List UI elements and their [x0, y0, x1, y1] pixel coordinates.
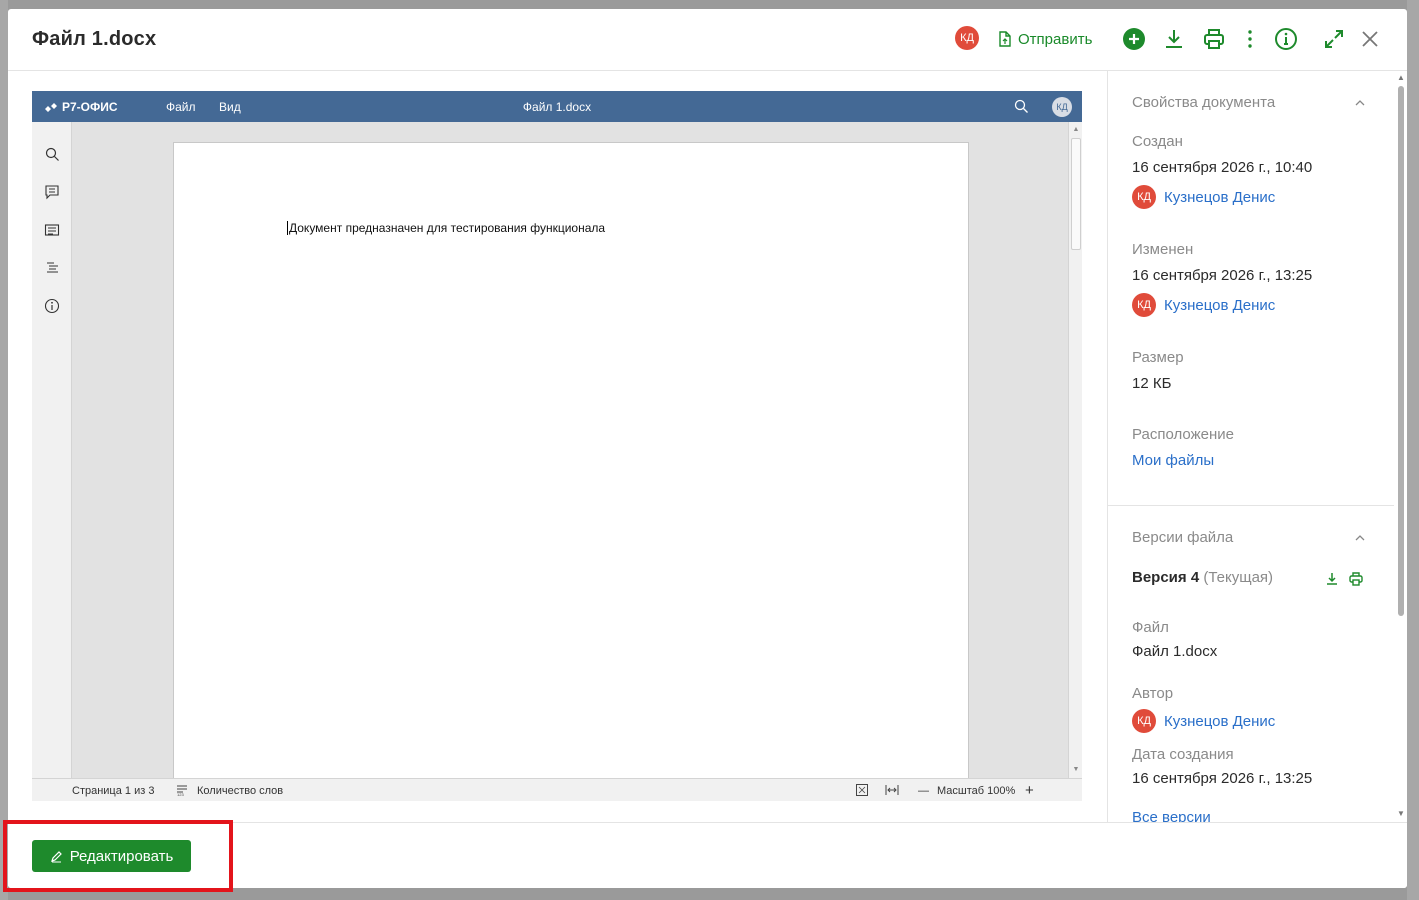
- all-versions-link[interactable]: Все версии: [1132, 809, 1211, 822]
- background-left-edge: [0, 0, 8, 900]
- created-by[interactable]: КД Кузнецов Денис: [1132, 185, 1275, 209]
- close-icon[interactable]: [1357, 26, 1383, 52]
- version-author[interactable]: КД Кузнецов Денис: [1132, 709, 1275, 733]
- document-editor: Р7-ОФИС Файл Вид Файл 1.docx КД Документ…: [32, 91, 1082, 801]
- headings-icon[interactable]: [44, 260, 60, 276]
- find-icon[interactable]: [44, 146, 60, 162]
- version-author-label: Автор: [1132, 685, 1174, 702]
- owner-avatar[interactable]: КД: [955, 26, 979, 50]
- created-value: 16 сентября 2026 г., 10:40: [1132, 159, 1313, 176]
- scroll-up-icon[interactable]: ▲: [1071, 125, 1081, 135]
- user-link[interactable]: Кузнецов Денис: [1164, 297, 1275, 314]
- avatar: КД: [1132, 185, 1156, 209]
- editor-scroll-thumb[interactable]: [1071, 138, 1081, 250]
- version-file-value: Файл 1.docx: [1132, 643, 1218, 660]
- editor-scrollbar[interactable]: ▲ ▼: [1068, 122, 1082, 778]
- editor-canvas: Документ предназначен для тестирования ф…: [73, 122, 1068, 778]
- version-name: Версия 4: [1132, 569, 1200, 586]
- search-icon[interactable]: [1014, 99, 1029, 114]
- word-count-icon[interactable]: 123: [175, 783, 189, 797]
- user-link[interactable]: Кузнецов Денис: [1164, 713, 1275, 730]
- navigation-icon[interactable]: [44, 222, 60, 238]
- add-icon[interactable]: [1121, 26, 1147, 52]
- highlight-box: [3, 820, 233, 892]
- version-status: (Текущая): [1203, 569, 1274, 586]
- version-date-value: 16 сентября 2026 г., 13:25: [1132, 770, 1313, 787]
- expand-icon[interactable]: [1321, 26, 1347, 52]
- send-document-icon: [999, 31, 1011, 47]
- background-right-edge: [1407, 0, 1419, 900]
- send-button[interactable]: Отправить: [997, 28, 1092, 50]
- chevron-up-icon[interactable]: [1354, 97, 1366, 109]
- avatar: КД: [1132, 293, 1156, 317]
- editor-status-bar: Страница 1 из 3 123 Количество слов — Ма…: [32, 778, 1082, 801]
- info-icon[interactable]: [1273, 26, 1299, 52]
- size-label: Размер: [1132, 349, 1184, 366]
- editor-user-avatar[interactable]: КД: [1052, 97, 1072, 117]
- properties-panel: Свойства документа Создан 16 сентября 20…: [1107, 71, 1407, 822]
- scroll-down-icon[interactable]: ▼: [1071, 765, 1081, 775]
- zoom-out-button[interactable]: —: [918, 785, 929, 797]
- section-divider: [1108, 505, 1394, 506]
- location-label: Расположение: [1132, 426, 1234, 443]
- send-label: Отправить: [1018, 30, 1093, 48]
- panel-scroll-thumb[interactable]: [1398, 86, 1404, 616]
- location-link[interactable]: Мои файлы: [1132, 452, 1214, 469]
- modal-header: Файл 1.docx КД Отправить: [8, 9, 1407, 71]
- document-page[interactable]: Документ предназначен для тестирования ф…: [173, 142, 969, 778]
- panel-scrollbar[interactable]: ▲ ▼: [1394, 71, 1407, 822]
- size-value: 12 КБ: [1132, 375, 1172, 392]
- page-indicator[interactable]: Страница 1 из 3: [72, 785, 154, 797]
- zoom-level: Масштаб 100%: [937, 785, 1016, 797]
- comments-icon[interactable]: [44, 184, 60, 200]
- user-link[interactable]: Кузнецов Денис: [1164, 189, 1275, 206]
- modified-value: 16 сентября 2026 г., 13:25: [1132, 267, 1313, 284]
- editor-toolbar: Р7-ОФИС Файл Вид Файл 1.docx КД: [32, 91, 1082, 122]
- created-label: Создан: [1132, 133, 1183, 150]
- scroll-down-icon[interactable]: ▼: [1397, 809, 1405, 818]
- file-preview-modal: Файл 1.docx КД Отправить Р7-ОФИС Файл Ви…: [8, 9, 1407, 888]
- version-download-icon[interactable]: [1324, 571, 1340, 587]
- modified-by[interactable]: КД Кузнецов Денис: [1132, 293, 1275, 317]
- avatar: КД: [1132, 709, 1156, 733]
- properties-section-title[interactable]: Свойства документа: [1132, 94, 1275, 111]
- version-print-icon[interactable]: [1348, 571, 1364, 587]
- about-icon[interactable]: [44, 298, 60, 314]
- more-icon[interactable]: [1237, 26, 1263, 52]
- word-count-label[interactable]: Количество слов: [197, 785, 283, 797]
- fit-width-icon[interactable]: [885, 783, 899, 797]
- chevron-up-icon[interactable]: [1354, 532, 1366, 544]
- editor-doc-title: Файл 1.docx: [522, 100, 592, 114]
- zoom-in-button[interactable]: +: [1025, 782, 1034, 799]
- scroll-up-icon[interactable]: ▲: [1397, 73, 1405, 82]
- version-file-label: Файл: [1132, 619, 1169, 636]
- print-icon[interactable]: [1201, 26, 1227, 52]
- document-text[interactable]: Документ предназначен для тестирования ф…: [287, 221, 605, 235]
- versions-section-title[interactable]: Версии файла: [1132, 529, 1233, 546]
- modified-label: Изменен: [1132, 241, 1194, 258]
- download-icon[interactable]: [1161, 26, 1187, 52]
- modal-title: Файл 1.docx: [32, 28, 157, 50]
- svg-text:123: 123: [177, 792, 184, 797]
- fit-page-icon[interactable]: [855, 783, 869, 797]
- version-date-label: Дата создания: [1132, 746, 1234, 763]
- version-line: Версия 4 (Текущая): [1132, 569, 1273, 586]
- editor-left-panel: [32, 122, 72, 778]
